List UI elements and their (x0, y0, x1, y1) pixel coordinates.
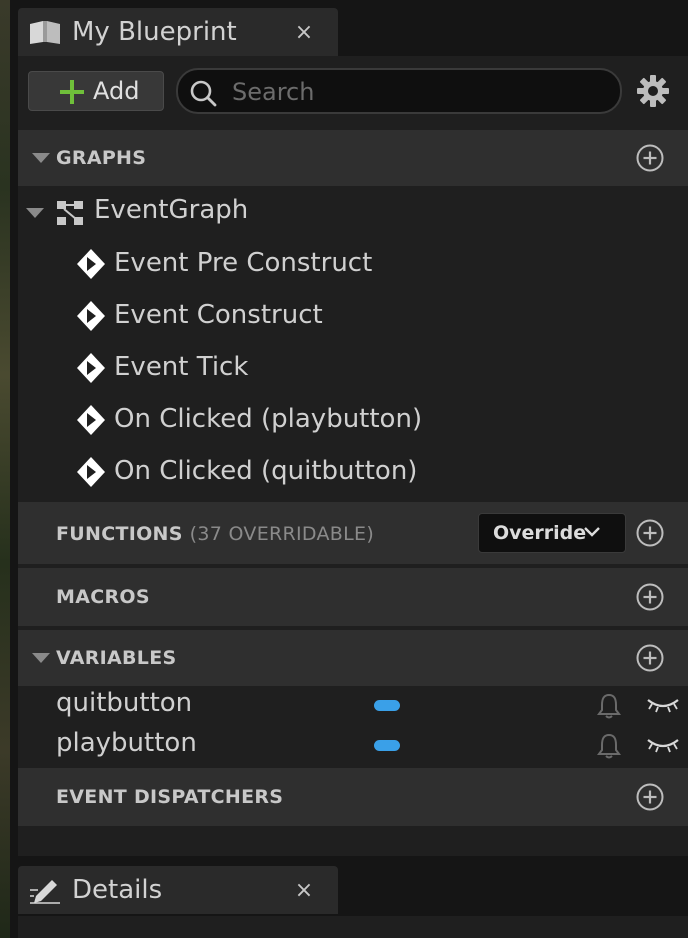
event-node-icon (77, 301, 105, 331)
event-graph-icon (57, 201, 83, 225)
event-label: Event Construct (114, 300, 323, 330)
functions-section-header[interactable]: FUNCTIONS (37 OVERRIDABLE) Override (18, 502, 688, 564)
tree-item-event[interactable]: Event Tick (18, 342, 688, 394)
graphs-tree: EventGraph Event Pre Construct Event Con… (18, 186, 688, 502)
add-button[interactable]: Add (28, 71, 164, 111)
event-label: On Clicked (playbutton) (114, 404, 423, 434)
bell-icon[interactable] (596, 732, 622, 760)
add-function-icon[interactable] (636, 519, 664, 547)
details-panel (18, 916, 688, 938)
settings-gear-icon[interactable] (636, 74, 670, 108)
add-label: Add (93, 77, 140, 105)
tree-item-eventgraph[interactable]: EventGraph (18, 186, 688, 238)
functions-overridable-count: (37 OVERRIDABLE) (189, 523, 375, 545)
eye-closed-icon[interactable] (646, 694, 680, 714)
search-input[interactable] (230, 76, 604, 108)
eventgraph-label: EventGraph (94, 195, 249, 225)
graphs-section-header[interactable]: GRAPHS (18, 130, 688, 186)
close-icon[interactable]: × (292, 20, 316, 45)
my-blueprint-tab[interactable]: My Blueprint × (18, 8, 338, 56)
variable-name: quitbutton (56, 688, 193, 718)
variable-row[interactable]: playbutton (18, 726, 688, 766)
functions-header-label: FUNCTIONS (37 OVERRIDABLE) (56, 523, 375, 545)
variable-row[interactable]: quitbutton (18, 686, 688, 726)
collapse-caret-icon[interactable] (32, 653, 50, 663)
add-macro-icon[interactable] (636, 583, 664, 611)
macros-section-header[interactable]: MACROS (18, 568, 688, 626)
macros-header-label: MACROS (56, 586, 150, 608)
plus-icon (60, 80, 84, 104)
event-label: Event Tick (114, 352, 249, 382)
override-label: Override (493, 522, 587, 544)
variable-type-pill (374, 700, 400, 711)
add-variable-icon[interactable] (636, 644, 664, 672)
variables-header-label: VARIABLES (56, 647, 177, 669)
collapse-caret-icon[interactable] (32, 153, 50, 163)
event-dispatchers-section-header[interactable]: EVENT DISPATCHERS (18, 768, 688, 826)
tree-item-event[interactable]: On Clicked (quitbutton) (18, 446, 688, 498)
chevron-down-icon (584, 527, 600, 537)
tree-item-event[interactable]: Event Pre Construct (18, 238, 688, 290)
search-box[interactable] (176, 68, 622, 114)
variables-section-header[interactable]: VARIABLES (18, 630, 688, 686)
toolbar: Add (18, 56, 688, 128)
background-edge (0, 0, 10, 938)
expand-caret-icon[interactable] (26, 208, 44, 218)
details-tab[interactable]: Details × (18, 866, 338, 914)
event-node-icon (77, 457, 105, 487)
tab-title: Details (72, 875, 163, 905)
graphs-header-label: GRAPHS (56, 147, 147, 169)
event-label: On Clicked (quitbutton) (114, 456, 418, 486)
event-node-icon (77, 405, 105, 435)
add-graph-icon[interactable] (636, 144, 664, 172)
event-dispatchers-header-label: EVENT DISPATCHERS (56, 786, 284, 808)
override-dropdown[interactable]: Override (478, 513, 626, 553)
variable-name: playbutton (56, 728, 197, 758)
variable-type-pill (374, 740, 400, 751)
event-node-icon (77, 249, 105, 279)
tab-title: My Blueprint (72, 17, 237, 47)
book-icon (30, 21, 60, 44)
eye-closed-icon[interactable] (646, 734, 680, 754)
search-icon (190, 80, 217, 107)
tree-item-event[interactable]: Event Construct (18, 290, 688, 342)
bell-icon[interactable] (596, 692, 622, 720)
edit-pencil-icon (30, 880, 60, 904)
event-node-icon (77, 353, 105, 383)
close-icon[interactable]: × (292, 878, 316, 903)
add-event-dispatcher-icon[interactable] (636, 783, 664, 811)
event-label: Event Pre Construct (114, 248, 373, 278)
tree-item-event[interactable]: On Clicked (playbutton) (18, 394, 688, 446)
